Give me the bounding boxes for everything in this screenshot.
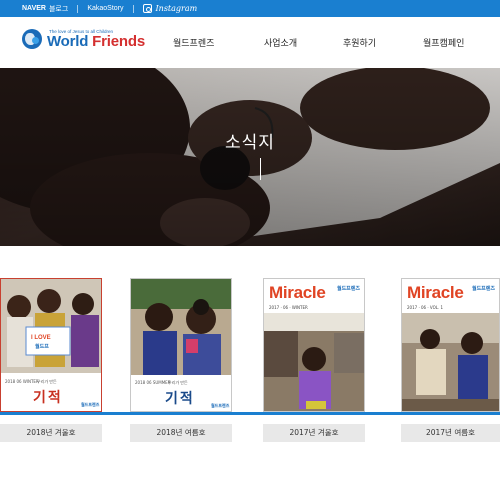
- cover-sign-text: I LOVE: [31, 335, 51, 341]
- instagram-link[interactable]: Instagram: [142, 4, 198, 13]
- cover-issue-small: 2017 · 06 · WINTER: [269, 305, 308, 310]
- logo-name-friends: Friends: [88, 33, 145, 50]
- sns-bar: NAVER 블로그 KakaoStory Instagram: [0, 0, 500, 17]
- logo-name-world: World: [47, 33, 89, 50]
- globe-logo-icon: [22, 29, 42, 49]
- nav-world-friends[interactable]: 월드프렌즈: [173, 36, 214, 49]
- kakaostory-link[interactable]: KakaoStory: [87, 5, 123, 12]
- cover-title: Miracle: [269, 283, 326, 302]
- cover-footer-logo: 월드프렌즈: [211, 403, 230, 408]
- nav-business[interactable]: 사업소개: [264, 36, 297, 49]
- cover-heading-big: 기적: [165, 391, 195, 407]
- title-underline: [260, 158, 261, 180]
- kakaostory-label: KakaoStory: [87, 5, 124, 12]
- nav-campaign[interactable]: 월프캠페인: [423, 36, 464, 49]
- hero-banner: 소식지: [0, 68, 500, 246]
- newsletter-caption[interactable]: 2018년 겨울호: [0, 424, 102, 442]
- page-title: 소식지: [225, 133, 275, 153]
- divider: [77, 4, 79, 13]
- cover-photo: [264, 313, 364, 411]
- cover-heading-small: 우리가 만든: [37, 379, 57, 384]
- naver-logo: NAVER: [22, 5, 46, 12]
- cover-issue-small: 2018 06 SUMMER: [135, 380, 171, 385]
- naver-blog-label: 블로그: [48, 5, 69, 13]
- logo-text: The love of Jesus to all Children World …: [47, 29, 145, 49]
- cards-baseline: [0, 412, 500, 415]
- newsletter-card[interactable]: I LOVE 월드프 2018 06 WINTER 우리가 만든 기적 월드프렌…: [0, 278, 102, 412]
- newsletter-card[interactable]: 2018 06 SUMMER 우리가 만든 기적 월드프렌즈: [130, 278, 232, 412]
- hero-photo: [0, 68, 500, 246]
- cover-brand: 월드프렌즈: [336, 286, 360, 292]
- cover-issue-small: 2017 · 06 · VOL. 1: [407, 305, 444, 310]
- cover-sign-sub: 월드프: [35, 344, 49, 350]
- cover-heading-big: 기적: [33, 390, 63, 406]
- instagram-icon: [142, 4, 152, 13]
- newsletter-caption[interactable]: 2017년 여름호: [401, 424, 500, 442]
- nav-sponsor[interactable]: 후원하기: [343, 36, 376, 49]
- instagram-label: Instagram: [155, 4, 198, 13]
- naver-blog-link[interactable]: NAVER 블로그: [22, 4, 68, 14]
- divider: [132, 4, 134, 13]
- newsletter-card[interactable]: Miracle 월드프렌즈 2017 · 06 · VOL. 1: [401, 278, 500, 412]
- cover-issue-small: 2018 06 WINTER: [5, 379, 39, 384]
- cover-heading-small: 우리가 만든: [168, 380, 188, 385]
- newsletter-caption[interactable]: 2017년 겨울호: [263, 424, 365, 442]
- logo-name: World Friends: [47, 34, 145, 49]
- cover-photo: [402, 313, 499, 411]
- cover-brand: 월드프렌즈: [471, 286, 495, 292]
- newsletter-card[interactable]: Miracle 월드프렌즈 2017 · 06 · WINTER: [263, 278, 365, 412]
- site-logo[interactable]: The love of Jesus to all Children World …: [22, 29, 145, 49]
- site-header: The love of Jesus to all Children World …: [0, 17, 500, 68]
- newsletter-caption[interactable]: 2018년 여름호: [130, 424, 232, 442]
- cover-title: Miracle: [407, 283, 464, 302]
- cover-footer-logo: 월드프렌즈: [81, 402, 100, 407]
